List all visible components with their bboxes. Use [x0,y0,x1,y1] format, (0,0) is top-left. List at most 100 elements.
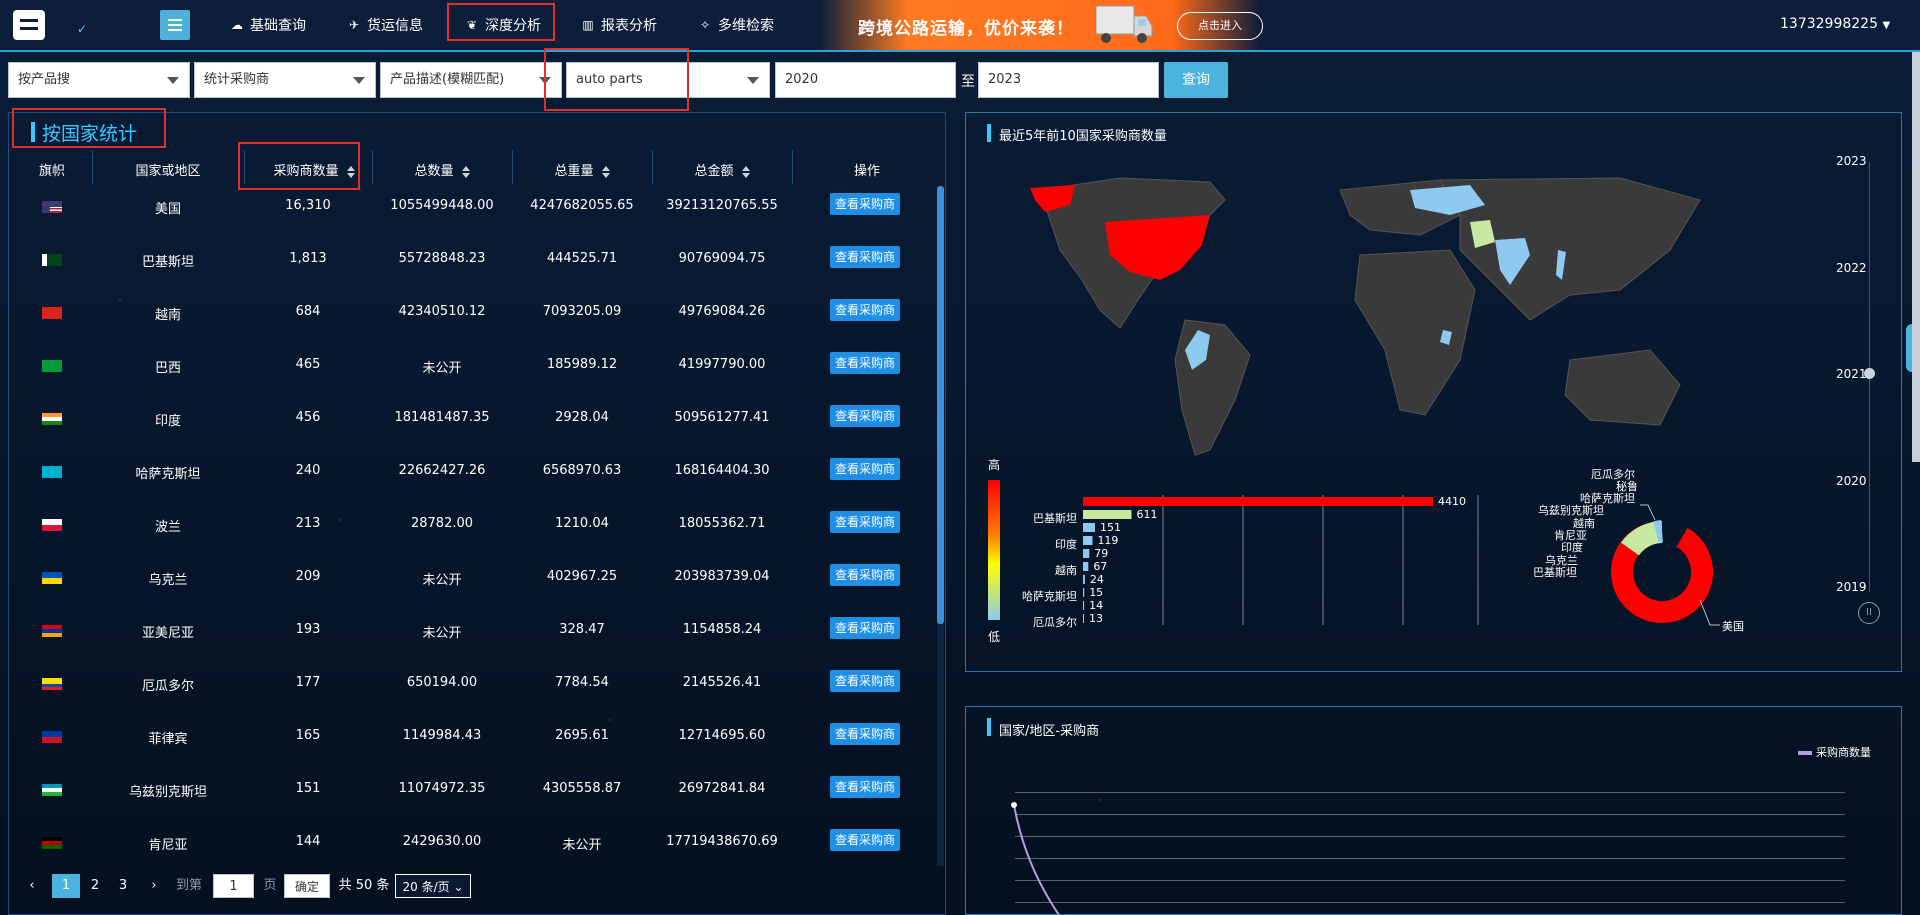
cell-country: 巴西 [154,361,181,376]
pause-icon[interactable]: II [1858,602,1880,624]
timeline-year-label[interactable]: 2022 [1836,261,1867,275]
next-page-button[interactable]: › [144,874,164,898]
trend-line-chart [1011,802,1060,915]
cloud-icon: ☁ [231,18,243,32]
cell-amount: 18055362.71 [678,516,766,531]
nav-report-analysis[interactable]: ▥ 报表分析 [581,15,657,35]
table-row: 菲律宾 165 1149984.43 2695.61 12714695.60 查… [12,723,932,782]
view-buyers-button[interactable]: 查看采购商 [830,776,900,798]
table-row: 印度 456 181481487.35 2928.04 509561277.41… [12,405,932,464]
goto-page-input[interactable]: 1 [213,874,254,898]
timeline-handle[interactable] [1864,368,1875,379]
view-buyers-button[interactable]: 查看采购商 [830,511,900,533]
year-to-input[interactable]: 2023 [978,62,1159,98]
world-map[interactable] [970,160,1770,460]
logo-icon[interactable] [13,10,45,40]
cell-weight: 2928.04 [555,410,609,425]
view-buyers-button[interactable]: 查看采购商 [830,458,900,480]
bar[interactable] [1083,562,1089,571]
page-scrollbar[interactable] [1912,52,1920,462]
column-header-qty[interactable]: 总数量 [372,160,512,179]
nav-multi-search[interactable]: ✧ 多维检索 [698,15,774,35]
page-2-button[interactable]: 2 [84,874,106,898]
map-australia[interactable] [1564,349,1681,426]
flag-icon [42,837,62,849]
user-account-menu[interactable]: 13732998225 ▼ [1780,16,1890,32]
nav-basic-query[interactable]: ☁ 基础查询 [230,15,306,35]
bar[interactable] [1083,523,1095,532]
view-buyers-button[interactable]: 查看采购商 [830,617,900,639]
map-south-america[interactable] [1174,319,1251,456]
match-type-select[interactable]: 产品描述(模糊匹配) [380,62,562,98]
cell-buyers: 1,813 [289,251,327,266]
sort-icon[interactable] [741,165,750,178]
cell-country: 越南 [154,308,181,323]
timeline-year-label[interactable]: 2023 [1836,154,1867,168]
cell-qty: 1055499448.00 [390,198,494,213]
bar[interactable] [1083,575,1085,584]
banner-enter-button[interactable]: 点击进入 [1177,12,1263,40]
map-africa[interactable] [1354,249,1476,416]
cell-weight: 185989.12 [546,357,618,372]
view-buyers-button[interactable]: 查看采购商 [830,299,900,321]
column-header-flag: 旗帜 [38,164,65,179]
flag-icon [42,413,62,425]
sort-icon[interactable] [601,165,610,178]
airplane-icon: ✈ [348,18,360,32]
view-buyers-button[interactable]: 查看采购商 [830,405,900,427]
column-header-weight[interactable]: 总重量 [512,160,652,179]
menu-toggle-button[interactable] [160,10,190,40]
legend-high-label: 高 [988,458,1001,472]
cell-qty: 181481487.35 [394,410,490,425]
view-buyers-button[interactable]: 查看采购商 [830,829,900,851]
bar-value-label: 151 [1100,521,1121,534]
view-buyers-button[interactable]: 查看采购商 [830,246,900,268]
bar[interactable] [1083,510,1132,519]
bar[interactable] [1083,536,1093,545]
bar[interactable] [1083,497,1433,506]
banner-text: 跨境公路运输，优价来袭！ [858,19,1074,39]
trend-legend[interactable]: 采购商数量 [1798,744,1871,760]
goto-confirm-button[interactable]: 确定 [284,874,330,898]
bar-value-label: 611 [1136,508,1157,521]
bar[interactable] [1083,549,1090,558]
cell-buyers: 209 [295,569,321,584]
nav-freight-info[interactable]: ✈ 货运信息 [347,15,423,35]
timeline-year-label[interactable]: 2020 [1836,474,1867,488]
timeline-year-label[interactable]: 2019 [1836,580,1867,594]
bar[interactable] [1083,601,1085,610]
view-buyers-button[interactable]: 查看采购商 [830,193,900,215]
trend-line [1013,804,1060,915]
sort-icon[interactable] [461,165,470,178]
timeline-year-label[interactable]: 2021 [1836,367,1867,381]
view-buyers-button[interactable]: 查看采购商 [830,723,900,745]
cell-qty: 未公开 [422,361,462,376]
cell-qty: 未公开 [422,573,462,588]
cell-amount: 1154858.24 [682,622,762,637]
bar[interactable] [1083,588,1085,597]
page-1-button[interactable]: 1 [52,874,80,898]
prev-page-button[interactable]: ‹ [22,874,42,898]
page-size-select[interactable]: 20 条/页 ⌄ [395,874,471,898]
nav-label: 货运信息 [367,18,423,34]
cell-country: 哈萨克斯坦 [135,467,201,482]
stat-type-select[interactable]: 统计采购商 [194,62,376,98]
year-from-input[interactable]: 2020 [775,62,956,98]
search-by-select[interactable]: 按产品搜 [8,62,190,98]
bar-value-label: 79 [1094,547,1108,560]
table-scrollbar-thumb[interactable] [937,186,944,624]
trend-point[interactable] [1011,802,1017,808]
pie-slice-small[interactable] [1653,520,1664,543]
cell-qty: 22662427.26 [398,463,486,478]
cell-buyers: 165 [295,728,321,743]
pie-label-line [1699,599,1720,626]
query-button[interactable]: 查询 [1164,62,1228,98]
view-buyers-button[interactable]: 查看采购商 [830,670,900,692]
flag-icon [42,466,62,478]
bar-value-label: 14 [1089,599,1103,612]
bar[interactable] [1083,614,1085,623]
column-header-amount[interactable]: 总金额 [652,160,792,179]
view-buyers-button[interactable]: 查看采购商 [830,564,900,586]
page-3-button[interactable]: 3 [112,874,134,898]
view-buyers-button[interactable]: 查看采购商 [830,352,900,374]
